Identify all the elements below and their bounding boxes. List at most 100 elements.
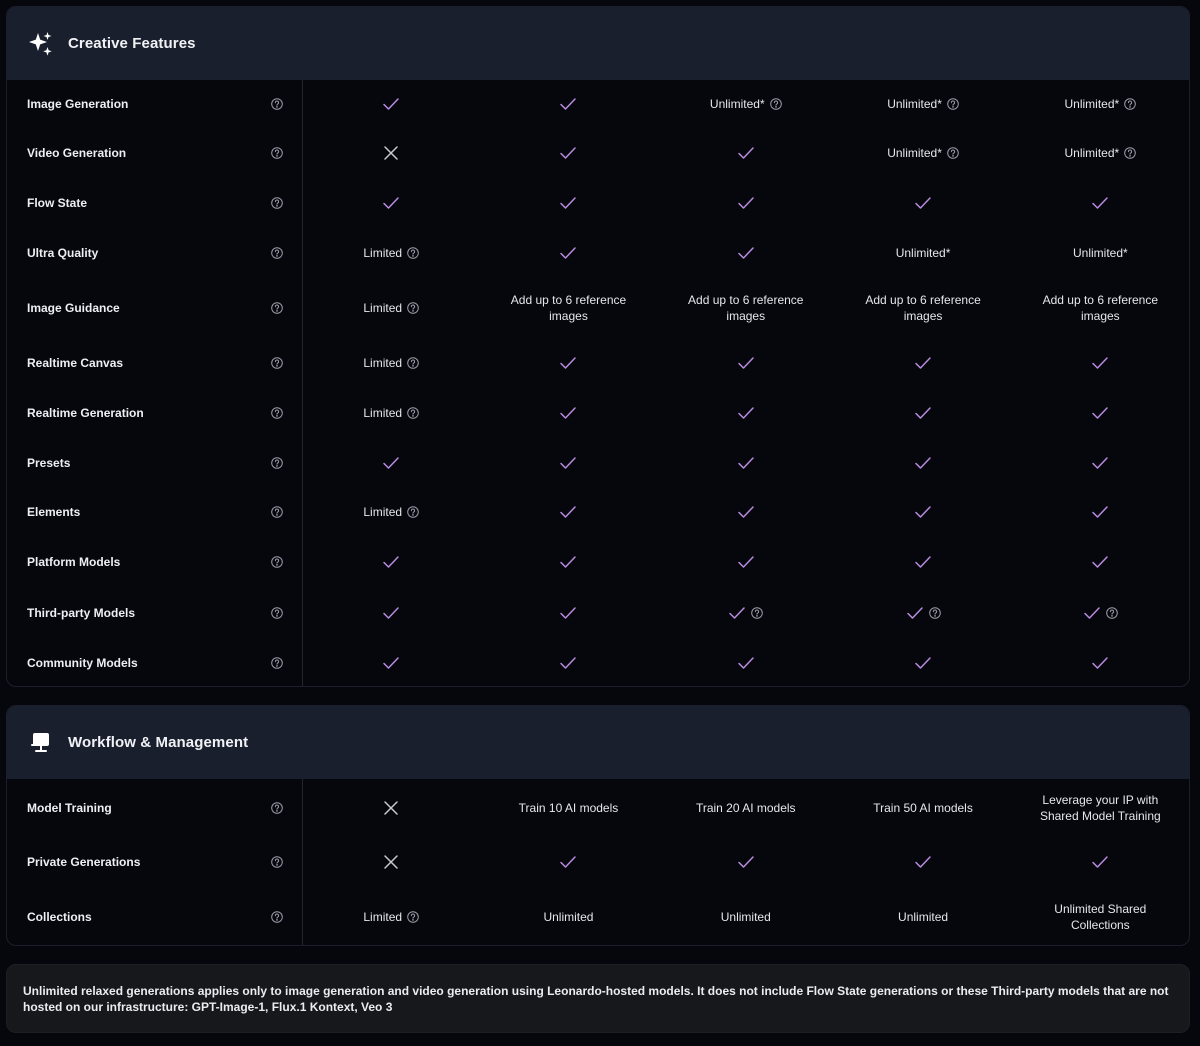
cell-value: Add up to 6 reference images <box>865 293 981 323</box>
help-icon[interactable] <box>270 657 283 669</box>
help-icon[interactable] <box>928 606 941 619</box>
plan-cell-1 <box>303 854 480 870</box>
help-icon[interactable] <box>1106 606 1118 619</box>
cross-icon <box>383 145 399 161</box>
help-icon[interactable] <box>270 98 283 110</box>
check-icon <box>559 246 577 260</box>
check-icon <box>737 855 755 869</box>
cell-value: Unlimited Shared Collections <box>1054 901 1147 932</box>
help-icon[interactable] <box>407 247 419 259</box>
check-icon <box>559 855 577 869</box>
plan-cell-1: Limited <box>303 245 480 261</box>
help-icon[interactable] <box>947 147 959 159</box>
check-icon <box>1091 406 1109 420</box>
feature-label-cell: Image Guidance <box>7 301 303 315</box>
feature-label: Image Generation <box>27 97 129 111</box>
plan-cell-1 <box>303 656 480 670</box>
plan-cell-4 <box>834 406 1011 420</box>
cell-value: Train 20 AI models <box>695 800 796 815</box>
check-icon <box>382 555 400 569</box>
plan-cell-3 <box>657 406 834 420</box>
check-icon <box>737 246 755 260</box>
plan-cell-2 <box>480 656 657 670</box>
feature-row: Collections Limited Unlimited Unlimited Unli… <box>7 888 1189 945</box>
plan-cell-2 <box>480 406 657 420</box>
plan-cell-4 <box>834 555 1011 569</box>
help-icon[interactable] <box>1124 147 1136 159</box>
help-icon[interactable] <box>270 247 283 259</box>
cell-value: Unlimited* <box>709 97 765 111</box>
help-icon[interactable] <box>947 98 959 110</box>
plan-cell-3 <box>657 456 834 470</box>
feature-label: Ultra Quality <box>27 246 99 260</box>
cell-value: Add up to 6 reference images <box>510 293 627 323</box>
help-icon[interactable] <box>407 910 419 923</box>
check-icon <box>914 855 932 869</box>
workflow-management-section: Workflow & Management Model Training Trai… <box>6 705 1190 946</box>
plan-cell-1 <box>303 555 480 569</box>
feature-label: Platform Models <box>27 555 121 569</box>
check-icon <box>737 656 755 670</box>
cell-value: Limited <box>363 246 403 260</box>
help-icon[interactable] <box>407 302 419 314</box>
plan-cell-3 <box>657 246 834 260</box>
plan-cell-4: Train 50 AI models <box>834 800 1011 816</box>
feature-label-cell: Presets <box>7 456 303 470</box>
plan-cell-1 <box>303 145 480 161</box>
help-icon[interactable] <box>769 98 782 110</box>
plan-cell-5: Leverage your IP with Shared Model Train… <box>1012 792 1189 824</box>
help-icon[interactable] <box>407 406 419 419</box>
help-icon[interactable] <box>407 356 419 369</box>
cell-value: Unlimited* <box>895 246 951 260</box>
cell-value: Unlimited <box>543 909 594 924</box>
plan-cell-2 <box>480 246 657 260</box>
help-icon[interactable] <box>270 910 283 923</box>
feature-row: Image Guidance Limited Add up to 6 referen… <box>7 278 1189 338</box>
help-icon[interactable] <box>751 606 764 619</box>
workflow-management-header: Workflow & Management <box>7 706 1189 779</box>
help-icon[interactable] <box>270 197 283 209</box>
feature-label: Image Guidance <box>27 301 120 315</box>
plan-cell-1: Limited <box>303 504 480 520</box>
feature-label: Presets <box>27 455 71 470</box>
help-icon[interactable] <box>270 147 283 159</box>
help-icon[interactable] <box>270 302 283 314</box>
creative-features-section: Creative Features Image Generation Unlimi… <box>6 6 1190 687</box>
creative-features-table: Image Generation Unlimited* Unlimited* Unli… <box>7 80 1189 686</box>
plan-cell-2: Train 10 AI models <box>480 800 657 816</box>
check-icon <box>737 356 755 370</box>
help-icon[interactable] <box>270 606 283 619</box>
help-icon[interactable] <box>270 356 283 369</box>
plan-cell-4 <box>834 456 1011 470</box>
help-icon[interactable] <box>270 801 283 814</box>
help-icon[interactable] <box>270 556 283 568</box>
feature-label-cell: Flow State <box>7 196 303 210</box>
check-icon <box>737 406 755 420</box>
cell-value: Leverage your IP with Shared Model Train… <box>1039 792 1161 823</box>
plan-cell-4 <box>834 656 1011 670</box>
check-icon <box>914 196 932 210</box>
plan-cell-1: Limited <box>303 909 480 925</box>
plan-cell-5 <box>1012 855 1189 869</box>
help-icon[interactable] <box>270 456 283 469</box>
feature-label-cell: Ultra Quality <box>7 246 303 260</box>
help-icon[interactable] <box>407 506 419 518</box>
workflow-management-table: Model Training Train 10 AI models Train 20… <box>7 779 1189 945</box>
check-icon <box>1091 456 1109 470</box>
check-icon <box>1091 855 1109 869</box>
help-icon[interactable] <box>270 856 283 868</box>
check-icon <box>737 456 755 470</box>
check-icon <box>1091 555 1109 569</box>
help-icon[interactable] <box>1124 98 1136 110</box>
creative-features-header: Creative Features <box>7 7 1189 80</box>
help-icon[interactable] <box>270 506 283 518</box>
plan-cell-3 <box>657 356 834 370</box>
help-icon[interactable] <box>270 406 283 419</box>
feature-row: Community Models <box>7 638 1189 686</box>
cell-value: Limited <box>363 355 403 370</box>
plan-cell-3 <box>657 555 834 569</box>
check-icon <box>914 656 932 670</box>
plan-cell-2: Unlimited <box>480 909 657 925</box>
plan-cell-4: Unlimited* <box>834 245 1011 261</box>
plan-cell-1: Limited <box>303 405 480 421</box>
